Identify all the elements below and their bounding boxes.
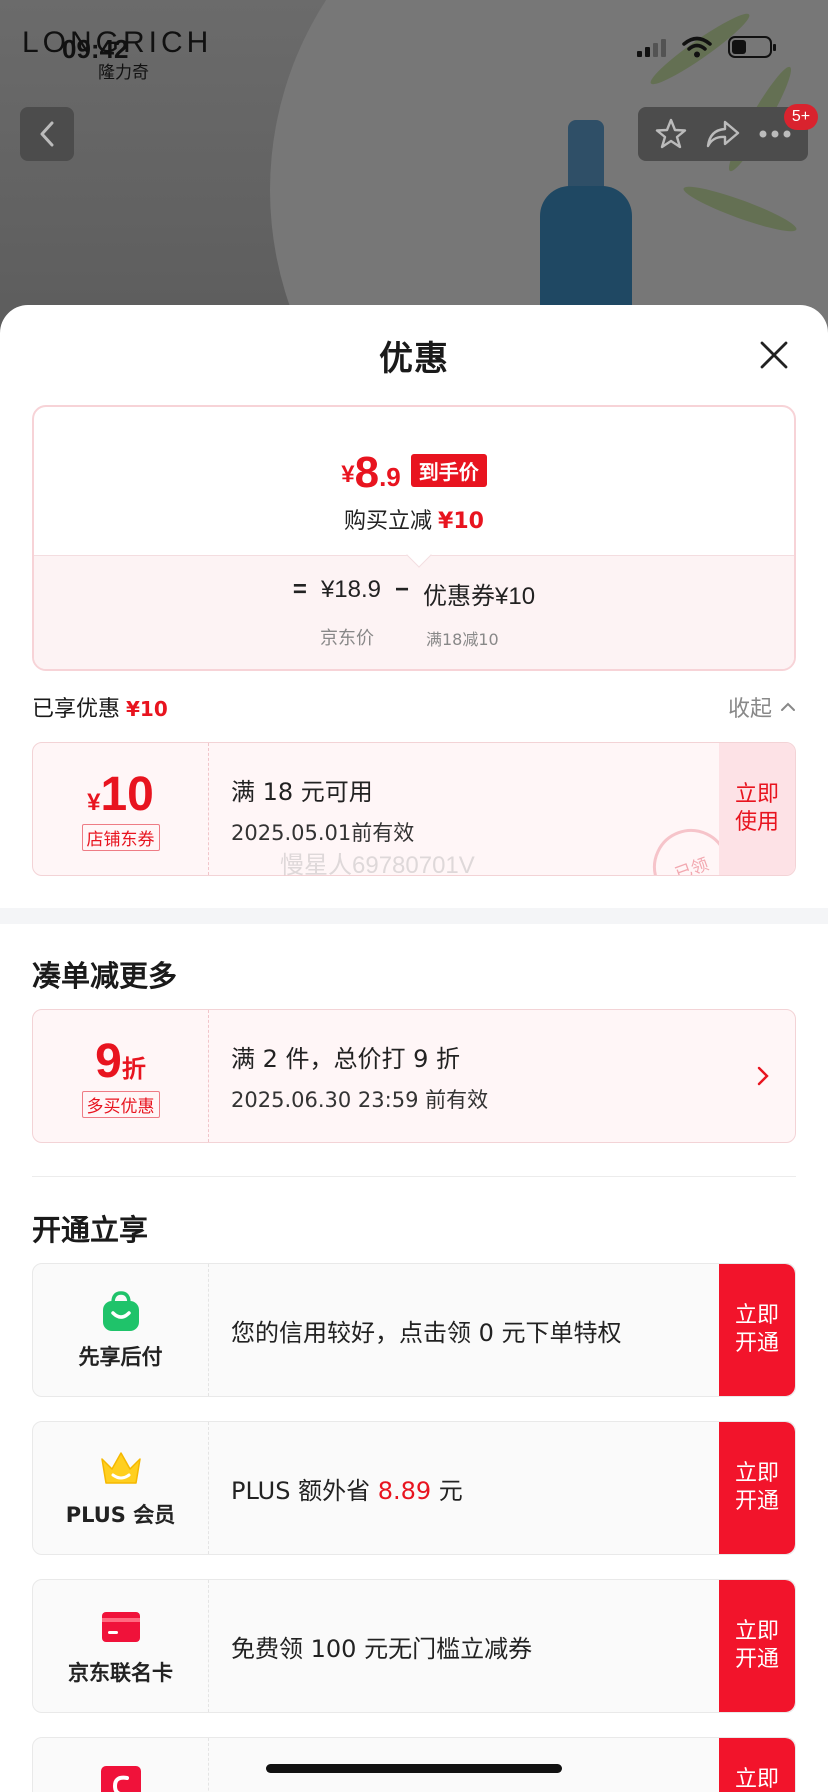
coupon-type-tag: 店铺东券 <box>81 824 160 851</box>
pay-later-desc: 您的信用较好，点击领 0 元下单特权 <box>231 1318 622 1347</box>
coupon-amount: ¥10 <box>87 768 154 821</box>
home-indicator[interactable] <box>266 1764 562 1773</box>
open-plus-button[interactable]: 立即 开通 <box>719 1422 795 1554</box>
divider-line <box>32 1176 796 1177</box>
plus-member-card[interactable]: PLUS 会员 PLUS 额外省 8.89 元 立即 开通 <box>32 1421 796 1555</box>
section-divider <box>0 908 828 924</box>
battery-icon <box>728 36 776 58</box>
final-price: ¥ 8 .9 <box>341 448 401 497</box>
product-image <box>540 120 632 330</box>
back-button[interactable] <box>20 107 74 161</box>
instant-reduce: 购买立减 ¥10 <box>344 509 484 534</box>
open-card-button[interactable]: 立即 开通 <box>719 1580 795 1712</box>
bulk-validity: 2025.06.30 23:59 前有效 <box>231 1087 489 1112</box>
chevron-right-icon <box>757 1066 769 1086</box>
coupon-condition: 满 18 元可用 <box>231 777 373 806</box>
top-action-bar <box>638 107 808 161</box>
watermark: 慢星人69780701V <box>280 852 475 879</box>
status-icons <box>637 36 776 58</box>
open-pay-later-button[interactable]: 立即 开通 <box>719 1264 795 1396</box>
pay-later-card[interactable]: 先享后付 您的信用较好，点击领 0 元下单特权 立即 开通 <box>32 1263 796 1397</box>
crown-icon <box>100 1452 141 1484</box>
use-now-button[interactable]: 立即 使用 <box>719 743 795 875</box>
co-brand-desc: 免费领 100 元无门槛立减券 <box>231 1634 533 1663</box>
jd-price-label: 京东价 <box>320 628 374 649</box>
bulk-discount-card[interactable]: 9折 多买优惠 满 2 件，总价打 9 折 2025.06.30 23:59 前… <box>32 1009 796 1143</box>
credit-card-icon <box>101 1612 140 1642</box>
signal-icon <box>637 37 666 57</box>
status-time: 09:42 <box>62 34 129 64</box>
close-icon[interactable] <box>754 335 794 375</box>
chevron-left-icon <box>40 121 54 147</box>
star-icon[interactable] <box>654 117 688 151</box>
coupon-rule-label: 满18减10 <box>426 630 499 649</box>
coupon-icon <box>100 1766 141 1792</box>
more-section-title: 凑单减更多 <box>32 959 178 993</box>
bulk-condition: 满 2 件，总价打 9 折 <box>231 1044 461 1073</box>
open-section-title: 开通立享 <box>32 1213 149 1247</box>
price-formula: = ¥18.9 − 优惠券¥10 <box>292 576 536 610</box>
enjoyed-discount: 已享优惠 ¥10 <box>32 697 168 722</box>
open-more-button[interactable]: 立即 <box>719 1738 795 1792</box>
price-summary: ¥ 8 .9 到手价 购买立减 ¥10 = ¥18.9 − 优惠券¥10 京东价 … <box>32 405 796 671</box>
cart-count-badge: 5+ <box>784 104 818 130</box>
discount-sheet: 优惠 ¥ 8 .9 到手价 购买立减 ¥10 = ¥18.9 − 优惠券¥10 … <box>0 305 828 1792</box>
plus-desc: PLUS 额外省 8.89 元 <box>231 1476 463 1505</box>
shopping-bag-icon <box>102 1291 139 1331</box>
co-brand-card[interactable]: 京东联名卡 免费领 100 元无门槛立减券 立即 开通 <box>32 1579 796 1713</box>
wifi-icon <box>682 36 712 58</box>
more-icon[interactable] <box>758 129 792 139</box>
share-icon[interactable] <box>705 118 741 150</box>
discount-rate: 9折 <box>95 1035 146 1088</box>
final-price-tag: 到手价 <box>410 454 487 487</box>
collapse-button[interactable]: 收起 <box>728 691 796 723</box>
chevron-up-icon <box>781 702 795 711</box>
bulk-tag: 多买优惠 <box>81 1091 160 1118</box>
sheet-title: 优惠 <box>379 339 449 379</box>
